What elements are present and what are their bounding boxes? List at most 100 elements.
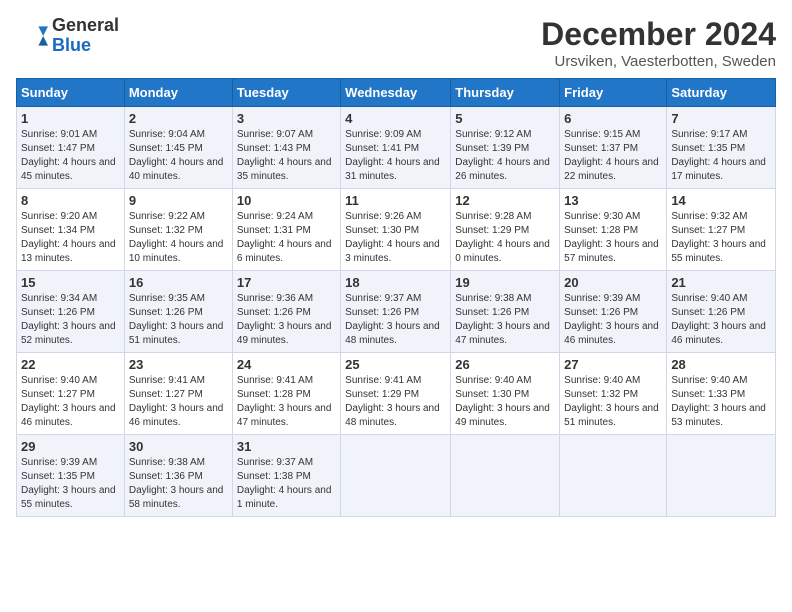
calendar-cell: 24 Sunrise: 9:41 AMSunset: 1:28 PMDayligh… — [232, 353, 340, 435]
day-number: 1 — [21, 111, 120, 126]
day-info: Sunrise: 9:37 AMSunset: 1:38 PMDaylight:… — [237, 456, 336, 512]
calendar-cell: 27 Sunrise: 9:40 AMSunset: 1:32 PMDayligh… — [560, 353, 667, 435]
day-info: Sunrise: 9:12 AMSunset: 1:39 PMDaylight:… — [455, 128, 555, 184]
day-number: 7 — [671, 111, 771, 126]
day-number: 3 — [237, 111, 336, 126]
calendar-body: 1Sunrise: 9:01 AMSunset: 1:47 PMDaylight… — [17, 107, 776, 517]
day-number: 24 — [237, 357, 336, 372]
calendar-cell: 7Sunrise: 9:17 AMSunset: 1:35 PMDaylight… — [667, 107, 776, 189]
day-info: Sunrise: 9:09 AMSunset: 1:41 PMDaylight:… — [345, 128, 446, 184]
header-cell-wednesday: Wednesday — [341, 79, 451, 107]
calendar-cell: 9Sunrise: 9:22 AMSunset: 1:32 PMDaylight… — [124, 189, 232, 271]
calendar-cell: 30Sunrise: 9:38 AMSunset: 1:36 PMDayligh… — [124, 435, 232, 517]
day-info: Sunrise: 9:40 AMSunset: 1:26 PMDaylight:… — [671, 292, 771, 348]
day-info: Sunrise: 9:41 AMSunset: 1:29 PMDaylight:… — [345, 374, 446, 430]
day-info: Sunrise: 9:40 AMSunset: 1:27 PMDaylight:… — [21, 374, 120, 430]
day-info: Sunrise: 9:41 AMSunset: 1:28 PMDaylight:… — [237, 374, 336, 430]
day-info: Sunrise: 9:28 AMSunset: 1:29 PMDaylight:… — [455, 210, 555, 266]
day-info: Sunrise: 9:40 AMSunset: 1:32 PMDaylight:… — [564, 374, 662, 430]
day-number: 13 — [564, 193, 662, 208]
calendar-cell: 17 Sunrise: 9:36 AMSunset: 1:26 PMDayligh… — [232, 271, 340, 353]
day-number: 9 — [129, 193, 228, 208]
day-number: 5 — [455, 111, 555, 126]
subtitle: Ursviken, Vaesterbotten, Sweden — [541, 53, 776, 70]
day-number: 18 — [345, 275, 446, 290]
calendar-cell: 10Sunrise: 9:24 AMSunset: 1:31 PMDayligh… — [232, 189, 340, 271]
day-info: Sunrise: 9:39 AMSunset: 1:35 PMDaylight:… — [21, 456, 120, 512]
day-number: 19 — [455, 275, 555, 290]
day-number: 31 — [237, 439, 336, 454]
header-cell-friday: Friday — [560, 79, 667, 107]
day-info: Sunrise: 9:38 AMSunset: 1:26 PMDaylight:… — [455, 292, 555, 348]
calendar-cell — [451, 435, 560, 517]
calendar-cell: 20 Sunrise: 9:39 AMSunset: 1:26 PMDayligh… — [560, 271, 667, 353]
calendar-cell: 1Sunrise: 9:01 AMSunset: 1:47 PMDaylight… — [17, 107, 125, 189]
calendar-cell: 31 Sunrise: 9:37 AMSunset: 1:38 PMDayligh… — [232, 435, 340, 517]
calendar-week-3: 15Sunrise: 9:34 AMSunset: 1:26 PMDayligh… — [17, 271, 776, 353]
day-info: Sunrise: 9:26 AMSunset: 1:30 PMDaylight:… — [345, 210, 446, 266]
calendar-cell — [341, 435, 451, 517]
calendar-cell — [560, 435, 667, 517]
day-number: 4 — [345, 111, 446, 126]
calendar-cell: 25Sunrise: 9:41 AMSunset: 1:29 PMDayligh… — [341, 353, 451, 435]
calendar-cell: 2 Sunrise: 9:04 AMSunset: 1:45 PMDaylight… — [124, 107, 232, 189]
header-cell-tuesday: Tuesday — [232, 79, 340, 107]
calendar-cell: 21 Sunrise: 9:40 AMSunset: 1:26 PMDayligh… — [667, 271, 776, 353]
header-cell-monday: Monday — [124, 79, 232, 107]
day-number: 17 — [237, 275, 336, 290]
day-number: 14 — [671, 193, 771, 208]
calendar-week-4: 22 Sunrise: 9:40 AMSunset: 1:27 PMDayligh… — [17, 353, 776, 435]
day-info: Sunrise: 9:35 AMSunset: 1:26 PMDaylight:… — [129, 292, 228, 348]
header: General Blue December 2024 Ursviken, Vae… — [16, 16, 776, 70]
day-info: Sunrise: 9:39 AMSunset: 1:26 PMDaylight:… — [564, 292, 662, 348]
main-title: December 2024 — [541, 16, 776, 53]
day-info: Sunrise: 9:04 AMSunset: 1:45 PMDaylight:… — [129, 128, 228, 184]
day-info: Sunrise: 9:37 AMSunset: 1:26 PMDaylight:… — [345, 292, 446, 348]
calendar-cell: 18 Sunrise: 9:37 AMSunset: 1:26 PMDayligh… — [341, 271, 451, 353]
day-number: 12 — [455, 193, 555, 208]
calendar: SundayMondayTuesdayWednesdayThursdayFrid… — [16, 78, 776, 517]
logo-text: General Blue — [52, 16, 119, 56]
day-info: Sunrise: 9:41 AMSunset: 1:27 PMDaylight:… — [129, 374, 228, 430]
calendar-cell: 19 Sunrise: 9:38 AMSunset: 1:26 PMDayligh… — [451, 271, 560, 353]
day-number: 23 — [129, 357, 228, 372]
day-number: 28 — [671, 357, 771, 372]
calendar-cell: 22 Sunrise: 9:40 AMSunset: 1:27 PMDayligh… — [17, 353, 125, 435]
day-info: Sunrise: 9:24 AMSunset: 1:31 PMDaylight:… — [237, 210, 336, 266]
logo-general: General — [52, 16, 119, 36]
header-cell-saturday: Saturday — [667, 79, 776, 107]
calendar-week-5: 29Sunrise: 9:39 AMSunset: 1:35 PMDayligh… — [17, 435, 776, 517]
calendar-cell: 3Sunrise: 9:07 AMSunset: 1:43 PMDaylight… — [232, 107, 340, 189]
header-row: SundayMondayTuesdayWednesdayThursdayFrid… — [17, 79, 776, 107]
calendar-cell: 16 Sunrise: 9:35 AMSunset: 1:26 PMDayligh… — [124, 271, 232, 353]
header-cell-thursday: Thursday — [451, 79, 560, 107]
day-number: 2 — [129, 111, 228, 126]
day-number: 16 — [129, 275, 228, 290]
calendar-cell: 13Sunrise: 9:30 AMSunset: 1:28 PMDayligh… — [560, 189, 667, 271]
day-info: Sunrise: 9:40 AMSunset: 1:33 PMDaylight:… — [671, 374, 771, 430]
calendar-week-2: 8Sunrise: 9:20 AMSunset: 1:34 PMDaylight… — [17, 189, 776, 271]
calendar-cell: 12 Sunrise: 9:28 AMSunset: 1:29 PMDayligh… — [451, 189, 560, 271]
logo: General Blue — [16, 16, 119, 56]
day-number: 30 — [129, 439, 228, 454]
calendar-cell: 14 Sunrise: 9:32 AMSunset: 1:27 PMDayligh… — [667, 189, 776, 271]
calendar-cell: 11Sunrise: 9:26 AMSunset: 1:30 PMDayligh… — [341, 189, 451, 271]
day-number: 21 — [671, 275, 771, 290]
day-number: 20 — [564, 275, 662, 290]
day-number: 22 — [21, 357, 120, 372]
day-info: Sunrise: 9:36 AMSunset: 1:26 PMDaylight:… — [237, 292, 336, 348]
logo-blue: Blue — [52, 36, 119, 56]
calendar-cell: 29Sunrise: 9:39 AMSunset: 1:35 PMDayligh… — [17, 435, 125, 517]
calendar-cell: 28 Sunrise: 9:40 AMSunset: 1:33 PMDayligh… — [667, 353, 776, 435]
calendar-cell: 6Sunrise: 9:15 AMSunset: 1:37 PMDaylight… — [560, 107, 667, 189]
calendar-week-1: 1Sunrise: 9:01 AMSunset: 1:47 PMDaylight… — [17, 107, 776, 189]
calendar-cell: 15Sunrise: 9:34 AMSunset: 1:26 PMDayligh… — [17, 271, 125, 353]
day-info: Sunrise: 9:34 AMSunset: 1:26 PMDaylight:… — [21, 292, 120, 348]
day-number: 8 — [21, 193, 120, 208]
day-info: Sunrise: 9:32 AMSunset: 1:27 PMDaylight:… — [671, 210, 771, 266]
day-number: 27 — [564, 357, 662, 372]
calendar-header: SundayMondayTuesdayWednesdayThursdayFrid… — [17, 79, 776, 107]
calendar-cell: 5 Sunrise: 9:12 AMSunset: 1:39 PMDaylight… — [451, 107, 560, 189]
calendar-cell: 8Sunrise: 9:20 AMSunset: 1:34 PMDaylight… — [17, 189, 125, 271]
calendar-cell: 23 Sunrise: 9:41 AMSunset: 1:27 PMDayligh… — [124, 353, 232, 435]
